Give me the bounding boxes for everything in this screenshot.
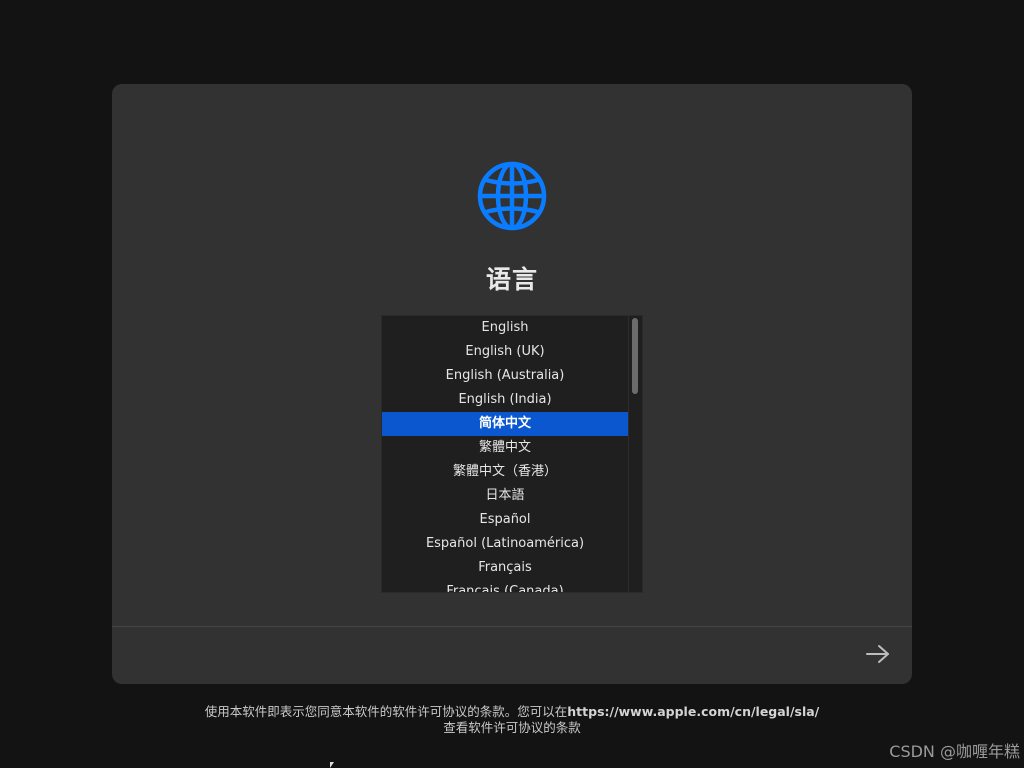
language-option[interactable]: 繁體中文 (382, 436, 628, 460)
language-option[interactable]: 简体中文 (382, 412, 628, 436)
license-link[interactable]: https://www.apple.com/cn/legal/sla/ (567, 704, 819, 719)
watermark: CSDN @咖喱年糕 (889, 742, 1020, 761)
globe-icon (477, 161, 547, 231)
language-option[interactable]: Español (382, 508, 628, 532)
language-option[interactable]: English (Australia) (382, 364, 628, 388)
language-option[interactable]: 繁體中文（香港） (382, 460, 628, 484)
language-list-items[interactable]: English English (UK) English (Australia) En… (382, 316, 628, 592)
arrow-right-icon (866, 645, 889, 663)
license-line-2: 查看软件许可协议的条款 (443, 720, 581, 735)
language-option[interactable]: English (382, 316, 628, 340)
language-panel: 语言 English English (UK) English (Australia… (112, 84, 912, 684)
license-notice: 使用本软件即表示您同意本软件的软件许可协议的条款。您可以在https://www… (0, 704, 1024, 736)
language-option[interactable]: 日本語 (382, 484, 628, 508)
language-option[interactable]: English (India) (382, 388, 628, 412)
language-option[interactable]: English (UK) (382, 340, 628, 364)
divider (112, 626, 912, 627)
scrollbar-thumb[interactable] (632, 318, 638, 394)
license-text: 使用本软件即表示您同意本软件的软件许可协议的条款。您可以在 (204, 704, 568, 719)
screen: 语言 English English (UK) English (Australia… (0, 0, 1024, 768)
language-option[interactable]: Español (Latinoamérica) (382, 532, 628, 556)
language-list[interactable]: English English (UK) English (Australia) En… (381, 315, 643, 593)
scrollbar[interactable] (628, 316, 642, 592)
mouse-cursor (330, 762, 334, 768)
language-option[interactable]: Français (382, 556, 628, 580)
language-option[interactable]: Français (Canada) (382, 580, 628, 592)
page-title: 语言 (485, 265, 538, 294)
next-button[interactable] (862, 640, 894, 668)
license-line-1: 使用本软件即表示您同意本软件的软件许可协议的条款。您可以在https://www… (0, 704, 1024, 720)
